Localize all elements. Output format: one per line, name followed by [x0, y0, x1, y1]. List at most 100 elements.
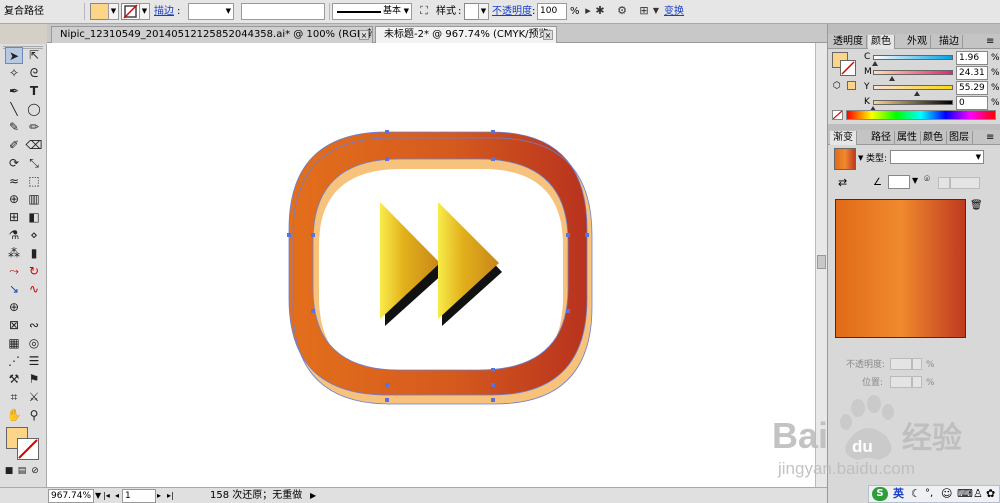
stroke-dropdown-arrow[interactable]: ▼ [139, 3, 150, 20]
gradient-tool-icon[interactable]: ◧ [25, 209, 43, 226]
variable-width-field[interactable] [241, 3, 325, 20]
magic-wand-tool-icon[interactable]: ✧ [5, 65, 23, 82]
artboard-tool-icon[interactable]: ⊠ [5, 317, 23, 334]
tab-stroke[interactable]: 描边 [936, 35, 963, 49]
magenta-slider-knob[interactable] [889, 76, 896, 81]
magenta-field[interactable]: 24.31 [956, 66, 988, 80]
gradient-mode-icon[interactable]: ▤ [16, 465, 28, 477]
user-icon[interactable]: ♙ [973, 487, 983, 501]
symbol-sprayer-tool-icon[interactable]: ⁂ [5, 245, 23, 262]
last-page-icon[interactable]: ▸| [167, 489, 174, 503]
page-field[interactable]: 1 [122, 489, 156, 503]
tab-color[interactable]: 颜色 [868, 35, 895, 49]
hand-tool-icon[interactable]: ✋ [5, 407, 23, 424]
chevron-down-icon[interactable]: ▼ [651, 3, 661, 20]
zoom-tool-icon[interactable]: ⚲ [25, 407, 43, 424]
slice-tool-icon[interactable]: ⌗ [5, 389, 23, 406]
recolor-artwork-icon[interactable]: ✱ [592, 3, 608, 20]
prev-page-icon[interactable]: ◂ [115, 489, 119, 503]
fill-dropdown-arrow[interactable]: ▼ [108, 3, 119, 20]
tab-layers[interactable]: 图层 [946, 131, 973, 145]
chevron-down-icon[interactable]: ▼ [912, 176, 918, 185]
direct-selection-tool-icon[interactable]: ⇱ [25, 47, 43, 64]
tab-untitled-2[interactable]: 未标题-2* @ 967.74% (CMYK/预览) × [375, 26, 557, 43]
ellipse-tool-icon[interactable]: ◯ [25, 101, 43, 118]
ime-mode-label[interactable]: 英 [893, 487, 904, 501]
yellow-slider-knob[interactable] [914, 91, 921, 96]
close-icon[interactable]: × [359, 30, 369, 40]
tab-appearance[interactable]: 外观 [904, 35, 931, 49]
eraser-tool-icon[interactable]: ⌫ [25, 137, 43, 154]
line-graph-tool-icon[interactable]: ⋰ [5, 353, 23, 370]
stroke-weight-field[interactable]: ▼ [188, 3, 234, 20]
twirl-tool-icon[interactable]: ◎ [25, 335, 43, 352]
moon-icon[interactable]: ☾ [911, 487, 921, 501]
chevron-down-icon[interactable]: ▼ [95, 489, 101, 503]
keyboard-icon[interactable]: ⌨ [957, 487, 973, 501]
tab-transparency[interactable]: 透明度 [830, 35, 867, 49]
tab-attributes[interactable]: 属性 [894, 131, 921, 145]
type-tool-icon[interactable]: T [25, 83, 43, 100]
black-slider[interactable] [873, 100, 953, 105]
rotate-tool-icon[interactable]: ⟳ [5, 155, 23, 172]
knife-tool-icon[interactable]: ⚔ [25, 389, 43, 406]
tab-pathfinder[interactable]: 路径 [868, 131, 895, 145]
punctuation-icon[interactable]: °, [925, 487, 933, 501]
wave-tool-icon[interactable]: ∿ [25, 281, 43, 298]
color-spectrum-ramp[interactable] [846, 110, 996, 120]
gradient-angle-field[interactable] [888, 175, 910, 189]
gradient-type-dropdown[interactable]: ▼ [890, 150, 984, 164]
document-setup-icon[interactable]: ⚙ [614, 3, 630, 20]
tab-color-2[interactable]: 颜色 [920, 131, 947, 145]
wrinkle-tool-icon[interactable]: ∾ [25, 317, 43, 334]
pencil-tool-icon[interactable]: ✏ [25, 119, 43, 136]
free-transform-tool-icon[interactable]: ⬚ [25, 173, 43, 190]
sogou-ime-icon[interactable]: S [872, 487, 888, 501]
selection-tool-icon[interactable]: ➤ [5, 47, 23, 64]
none-color-button[interactable] [832, 110, 843, 120]
live-paint-tool-icon[interactable]: ⚒ [5, 371, 23, 388]
cyan-slider[interactable] [873, 55, 953, 60]
warp-tool-icon[interactable]: ≈ [5, 173, 23, 190]
panel-menu-icon[interactable]: ≡ [983, 35, 997, 49]
yellow-slider[interactable] [873, 85, 953, 90]
chevron-down-icon[interactable]: ▼ [858, 154, 863, 162]
pen-tool-icon[interactable]: ✒ [5, 83, 23, 100]
line-tool-icon[interactable]: ╲ [5, 101, 23, 118]
stroke-swatch[interactable] [121, 3, 140, 20]
tab-gradient[interactable]: 渐变 [830, 131, 857, 145]
cube-icon[interactable]: ⬡ [833, 81, 841, 91]
perspective-grid-tool-icon[interactable]: ▥ [25, 191, 43, 208]
first-page-icon[interactable]: |◂ [103, 489, 110, 503]
stroke-link[interactable]: 描边 [154, 3, 174, 20]
artboard-canvas[interactable] [47, 43, 815, 488]
curvature-tool-icon[interactable]: ↻ [25, 263, 43, 280]
color-stroke-swatch[interactable] [840, 60, 856, 76]
blend-tool-icon[interactable]: ⋄ [25, 227, 43, 244]
reverse-gradient-icon[interactable]: ⇄ [838, 176, 847, 189]
status-menu-icon[interactable]: ▶ [310, 489, 316, 503]
close-icon[interactable]: × [543, 30, 553, 40]
fill-swatch[interactable] [90, 3, 109, 20]
align-icon[interactable]: ⊞ [636, 3, 652, 20]
opacity-field[interactable]: 100 [537, 3, 567, 20]
toolbar-stroke-swatch[interactable] [17, 438, 39, 460]
lasso-tool-icon[interactable]: ᘓ [25, 65, 43, 82]
next-page-icon[interactable]: ▸ [157, 489, 161, 503]
cyan-field[interactable]: 1.96 [956, 51, 988, 65]
trash-icon[interactable]: 🗑 [970, 200, 983, 211]
reshape-tool-icon[interactable]: ↘ [5, 281, 23, 298]
emoji-icon[interactable]: ☺ [941, 487, 952, 501]
gradient-preview-swatch[interactable] [834, 148, 856, 170]
magenta-slider[interactable] [873, 70, 953, 75]
stop-position-field[interactable] [890, 376, 912, 388]
paintbrush-tool-icon[interactable]: ✎ [5, 119, 23, 136]
skin-icon[interactable]: ✿ [986, 487, 995, 501]
graphic-style-swatch[interactable] [464, 3, 479, 20]
shape-builder-tool-icon[interactable]: ⊕ [5, 191, 23, 208]
style-dropdown-arrow[interactable]: ▼ [478, 3, 489, 20]
brush-definition-dropdown[interactable]: 基本 ▼ [332, 3, 412, 20]
blob-brush-tool-icon[interactable]: ✐ [5, 137, 23, 154]
panel-menu-icon[interactable]: ≡ [983, 131, 997, 145]
color-mode-icon[interactable]: ■ [3, 465, 15, 477]
